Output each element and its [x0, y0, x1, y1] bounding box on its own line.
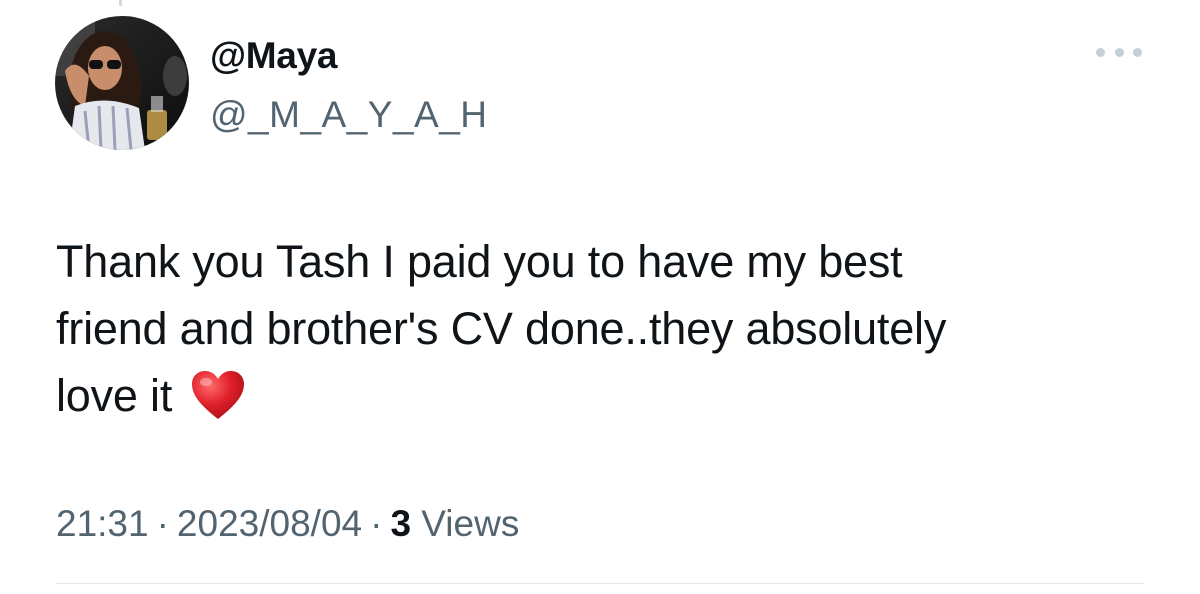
tweet-card[interactable]: @Maya @_M_A_Y_A_H Thank you Tash I paid … [0, 0, 1200, 594]
thread-line [119, 0, 122, 6]
tweet-date[interactable]: 2023/08/04 [177, 503, 362, 544]
meta-separator: · [156, 503, 169, 544]
tweet-text-line: love it [56, 370, 173, 421]
tweet-time[interactable]: 21:31 [56, 503, 149, 544]
avatar-photo [55, 16, 189, 150]
tweet-text-line: friend and brother's CV done..they absol… [56, 303, 947, 354]
tweet-text-line: Thank you Tash I paid you to have my bes… [56, 236, 903, 287]
more-horizontal-icon[interactable] [1096, 40, 1142, 64]
views-count[interactable]: 3 [390, 503, 411, 544]
more-dot [1114, 47, 1124, 57]
avatar[interactable] [55, 16, 189, 150]
meta-separator: · [370, 503, 383, 544]
tweet-text: Thank you Tash I paid you to have my bes… [56, 228, 1146, 439]
more-dot [1096, 47, 1105, 57]
more-dot [1133, 47, 1142, 57]
tweet-meta: 21:31 · 2023/08/04 · 3 Views [56, 500, 519, 548]
user-handle[interactable]: @_M_A_Y_A_H [210, 93, 488, 137]
display-name[interactable]: @Maya [210, 34, 337, 78]
divider [56, 583, 1144, 584]
views-label[interactable]: Views [421, 503, 519, 544]
red-heart-icon [190, 369, 246, 439]
